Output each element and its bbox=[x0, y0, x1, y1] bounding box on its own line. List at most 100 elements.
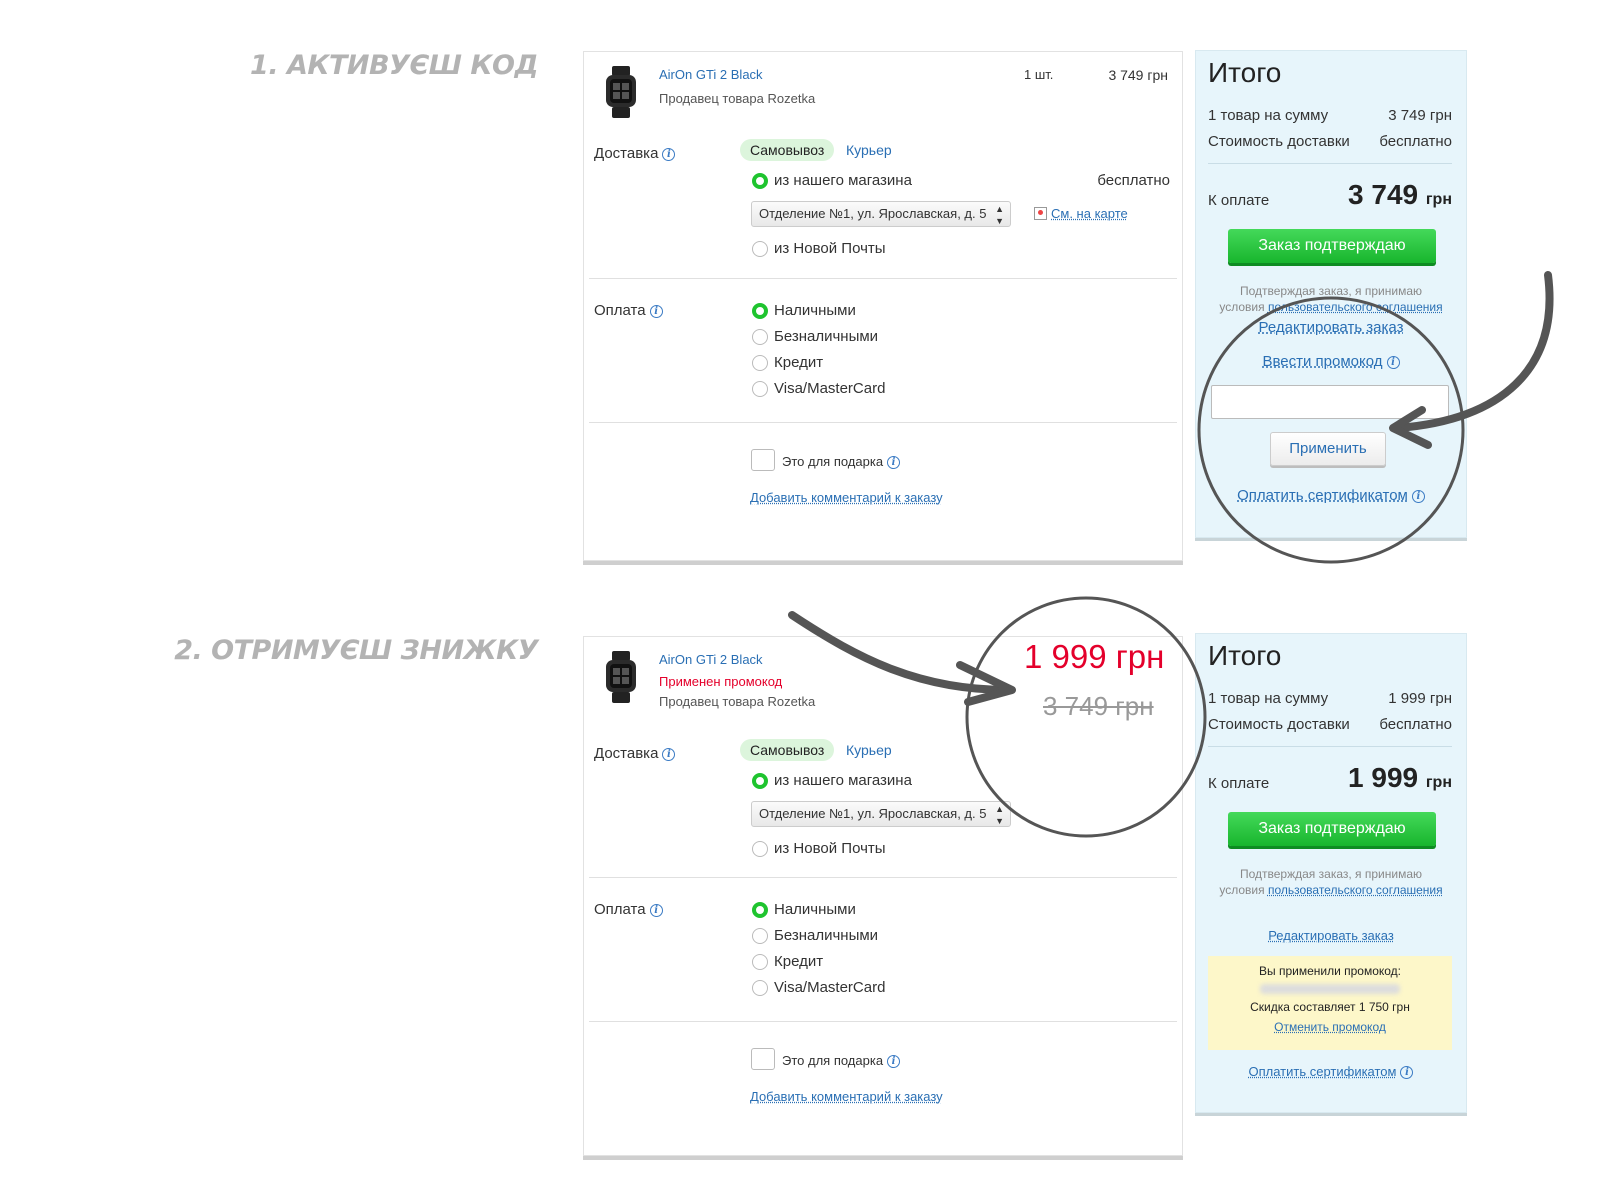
select-arrows-icon: ▲ ▼ bbox=[995, 804, 1004, 826]
watch-product-icon[interactable] bbox=[604, 66, 638, 118]
radio-pay-card[interactable] bbox=[752, 980, 768, 996]
promo-code-blurred bbox=[1260, 984, 1400, 994]
radio-pay-cashless-label: Безналичными bbox=[774, 328, 879, 345]
summary-panel-1: Итого 1 товар на сумму 3 749 грн Стоимост… bbox=[1195, 50, 1467, 538]
to-pay-total: 1 999 грн bbox=[1348, 762, 1452, 793]
delivery-free-text: бесплатно bbox=[1097, 172, 1170, 189]
summary-delivery-row: Стоимость доставки бесплатно bbox=[1208, 716, 1452, 733]
product-name-link[interactable]: AirOn GTi 2 Black bbox=[659, 652, 763, 667]
terms-text: Подтверждая заказ, я принимаю условия по… bbox=[1219, 284, 1443, 314]
confirm-order-button[interactable]: Заказ подтверждаю bbox=[1228, 812, 1436, 846]
quantity-text: 1 шт. bbox=[1024, 67, 1054, 82]
info-icon[interactable]: i bbox=[1411, 489, 1425, 503]
divider bbox=[589, 877, 1177, 878]
radio-pay-card-label: Visa/MasterCard bbox=[774, 380, 886, 397]
order-card-1: AirOn GTi 2 Black Продавец товара Rozetk… bbox=[583, 51, 1183, 561]
select-arrows-icon: ▲ ▼ bbox=[995, 204, 1004, 226]
radio-pay-credit-label: Кредит bbox=[774, 354, 824, 371]
payment-label: Оплата i bbox=[594, 901, 663, 918]
gift-label: Это для подарка i bbox=[782, 1053, 901, 1069]
radio-nova-poshta[interactable] bbox=[752, 241, 768, 257]
to-pay-label: К оплате bbox=[1208, 775, 1270, 792]
seller-text: Продавец товара Rozetka bbox=[659, 694, 816, 709]
gift-checkbox[interactable] bbox=[751, 449, 775, 471]
new-price: 1 999 грн bbox=[1024, 638, 1165, 675]
gift-label: Это для подарка i bbox=[782, 454, 901, 470]
info-icon[interactable]: i bbox=[887, 1055, 901, 1069]
old-price: 3 749 грн bbox=[1043, 691, 1154, 721]
edit-order-link[interactable]: Редактировать заказ bbox=[1196, 319, 1466, 336]
radio-nova-poshta-label: из Новой Почты bbox=[774, 840, 886, 857]
cancel-promo-link[interactable]: Отменить промокод bbox=[1274, 1020, 1386, 1034]
add-comment-link[interactable]: Добавить комментарий к заказу bbox=[750, 1089, 943, 1104]
radio-nova-poshta[interactable] bbox=[752, 841, 768, 857]
tab-pickup[interactable]: Самовывоз bbox=[740, 739, 835, 761]
step-2-title: 2. ОТРИМУЄШ ЗНИЖКУ bbox=[174, 635, 538, 666]
radio-pay-cash[interactable] bbox=[752, 902, 768, 918]
confirm-order-button[interactable]: Заказ подтверждаю bbox=[1228, 229, 1436, 263]
payment-label: Оплата i bbox=[594, 302, 663, 319]
info-icon[interactable]: i bbox=[887, 456, 901, 470]
edit-order-link[interactable]: Редактировать заказ bbox=[1196, 928, 1466, 943]
divider bbox=[589, 422, 1177, 423]
promo-used-label: Вы применили промокод: bbox=[1258, 964, 1402, 978]
radio-pay-cash-label: Наличными bbox=[774, 901, 856, 918]
radio-pay-cashless-label: Безналичными bbox=[774, 927, 879, 944]
radio-pay-cashless[interactable] bbox=[752, 928, 768, 944]
radio-pay-cashless[interactable] bbox=[752, 329, 768, 345]
delivery-label: Доставка i bbox=[594, 745, 676, 762]
terms-link[interactable]: пользовательского соглашения bbox=[1268, 883, 1443, 897]
summary-items-row: 1 товар на сумму 1 999 грн bbox=[1208, 690, 1452, 707]
map-link[interactable]: См. на карте bbox=[1034, 206, 1128, 221]
apply-promo-button[interactable]: Применить bbox=[1270, 432, 1386, 466]
tab-courier[interactable]: Курьер bbox=[846, 742, 892, 758]
info-icon[interactable]: i bbox=[662, 147, 676, 161]
divider bbox=[1208, 163, 1452, 164]
summary-panel-2: Итого 1 товар на сумму 1 999 грн Стоимост… bbox=[1195, 633, 1467, 1113]
branch-select[interactable]: Отделение №1, ул. Ярославская, д. 5 ▲ ▼ bbox=[751, 201, 1011, 227]
radio-pay-card[interactable] bbox=[752, 381, 768, 397]
certificate-link[interactable]: Оплатить сертификатом i bbox=[1196, 487, 1466, 504]
radio-pay-card-label: Visa/MasterCard bbox=[774, 979, 886, 996]
map-icon bbox=[1034, 207, 1047, 220]
radio-from-store[interactable] bbox=[752, 173, 768, 189]
tab-courier[interactable]: Курьер bbox=[846, 142, 892, 158]
step-1-title: 1. АКТИВУЄШ КОД bbox=[250, 50, 538, 81]
info-icon[interactable]: i bbox=[1400, 1066, 1414, 1080]
radio-from-store-label: из нашего магазина bbox=[774, 172, 912, 189]
certificate-link[interactable]: Оплатить сертификатом i bbox=[1196, 1064, 1466, 1080]
info-icon[interactable]: i bbox=[662, 747, 676, 761]
info-icon[interactable]: i bbox=[649, 903, 663, 917]
info-icon[interactable]: i bbox=[1386, 355, 1400, 369]
radio-pay-cash-label: Наличными bbox=[774, 302, 856, 319]
promo-applied-text: Применен промокод bbox=[659, 674, 783, 689]
radio-from-store-label: из нашего магазина bbox=[774, 772, 912, 789]
summary-items-row: 1 товар на сумму 3 749 грн bbox=[1208, 107, 1452, 124]
promo-applied-box: Вы применили промокод: Скидка составляет… bbox=[1208, 956, 1452, 1050]
info-icon[interactable]: i bbox=[649, 304, 663, 318]
product-name-link[interactable]: AirOn GTi 2 Black bbox=[659, 67, 763, 82]
divider bbox=[589, 1021, 1177, 1022]
divider bbox=[589, 278, 1177, 279]
item-price: 3 749 грн bbox=[1108, 67, 1168, 83]
summary-delivery-row: Стоимость доставки бесплатно bbox=[1208, 133, 1452, 150]
radio-nova-poshta-label: из Новой Почты bbox=[774, 240, 886, 257]
delivery-label: Доставка i bbox=[594, 145, 676, 162]
radio-pay-credit[interactable] bbox=[752, 355, 768, 371]
radio-pay-cash[interactable] bbox=[752, 303, 768, 319]
branch-select[interactable]: Отделение №1, ул. Ярославская, д. 5 ▲ ▼ bbox=[751, 801, 1011, 827]
add-comment-link[interactable]: Добавить комментарий к заказу bbox=[750, 490, 943, 505]
promo-code-input[interactable] bbox=[1211, 385, 1449, 419]
tab-pickup[interactable]: Самовывоз bbox=[740, 139, 835, 161]
to-pay-total: 3 749 грн bbox=[1348, 179, 1452, 210]
enter-promo-link[interactable]: Ввести промокод i bbox=[1196, 353, 1466, 370]
gift-checkbox[interactable] bbox=[751, 1048, 775, 1070]
radio-pay-credit[interactable] bbox=[752, 954, 768, 970]
to-pay-label: К оплате bbox=[1208, 192, 1270, 209]
radio-from-store[interactable] bbox=[752, 773, 768, 789]
radio-pay-credit-label: Кредит bbox=[774, 953, 824, 970]
summary-title: Итого bbox=[1208, 57, 1282, 88]
terms-link[interactable]: пользовательского соглашения bbox=[1268, 300, 1443, 314]
watch-product-icon[interactable] bbox=[604, 651, 638, 703]
seller-text: Продавец товара Rozetka bbox=[659, 91, 816, 106]
